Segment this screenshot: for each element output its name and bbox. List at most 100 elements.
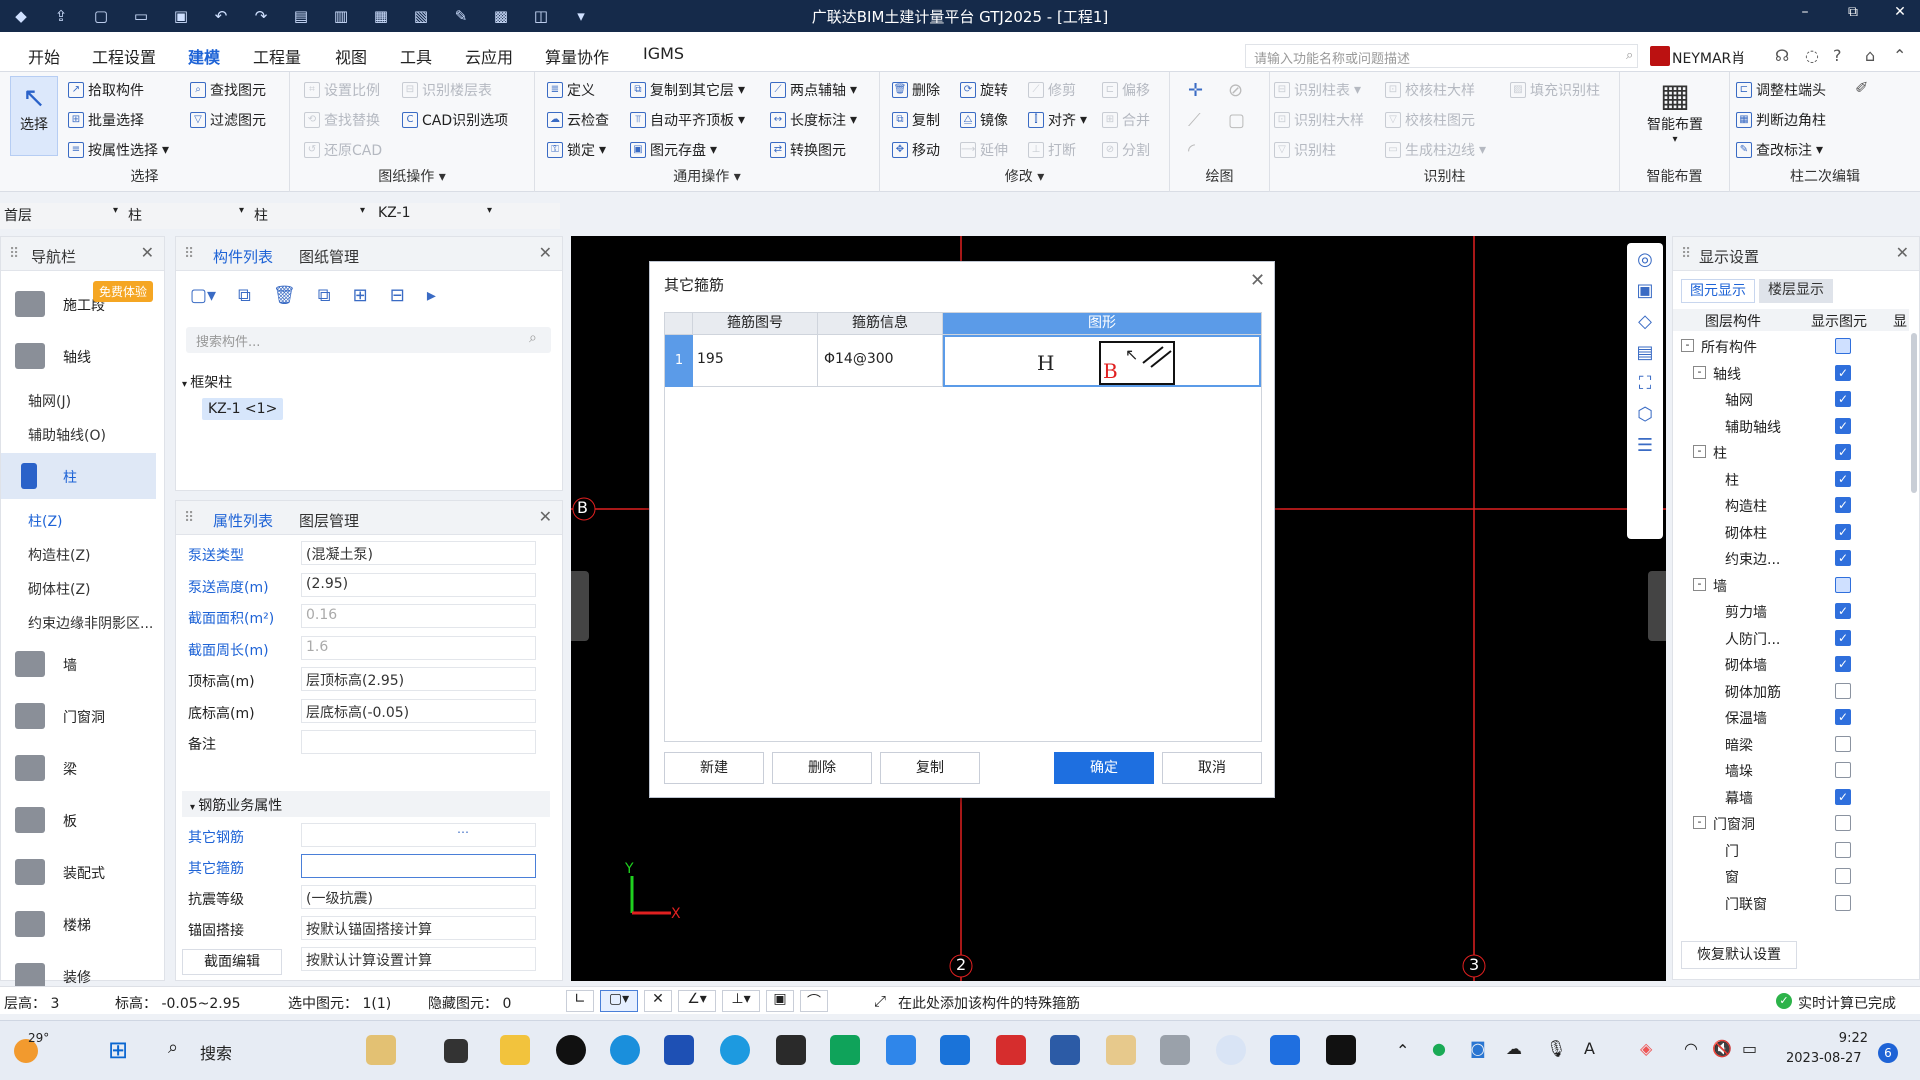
delete-component-icon[interactable]: 🗑 [273,285,296,306]
more-icon[interactable]: ▸ [427,285,436,306]
minimize-button[interactable]: – [1790,4,1820,26]
copy-to-floor-button[interactable]: ⧉ 复制到其它层 ▾ [630,80,745,100]
list-view-icon[interactable]: ☰ [1637,435,1653,456]
calculator-icon[interactable] [1160,1035,1190,1065]
judge-corner-col-button[interactable]: ▦ 判断边角柱 [1736,110,1826,130]
orbit-icon[interactable]: ◎ [1637,249,1653,270]
component-view-icon[interactable]: ⬡ [1637,404,1653,425]
left-collapse-handle[interactable] [571,571,589,641]
angle-snap-icon[interactable]: ∠▾ [678,990,716,1012]
display-tree-row[interactable]: 门 [1673,837,1909,863]
app-green-icon[interactable] [830,1035,860,1065]
menu-modeling[interactable]: 建模 [188,44,221,77]
check-col-detail-button[interactable]: ⊡ 校核柱大样 [1385,80,1475,100]
rotate-button[interactable]: ⟳ 旋转 [960,80,1008,100]
menu-quantities[interactable]: 工程量 [253,44,301,68]
app-shield-icon[interactable] [940,1035,970,1065]
property-close-icon[interactable]: ✕ [539,507,552,526]
menu-view[interactable]: 视图 [335,44,367,68]
nav-item[interactable]: 门窗洞 [1,693,156,739]
rebar-property-value-field[interactable] [301,854,536,878]
property-value-field[interactable]: 1.6 [301,635,536,660]
show-element-checkbox[interactable]: ✓ [1835,550,1851,566]
cell-info[interactable]: Φ14@300 [818,335,943,387]
col-header-shape[interactable]: 图形 [943,313,1261,335]
headset-icon[interactable]: ☊ [1775,46,1789,65]
find-replace-button[interactable]: ⟲ 查找替换 [304,110,380,130]
define-button[interactable]: ≣ 定义 [547,80,595,100]
group-frame-column[interactable]: ▾ 框架柱 [182,372,232,392]
display-tree-row[interactable]: 砌体加筋 [1673,678,1909,704]
identify-col-button[interactable]: ▽ 识别柱 [1274,140,1336,160]
copy-component-icon[interactable]: ⧉ [238,285,251,306]
tab-drawing-management[interactable]: 图纸管理 [299,246,359,267]
extend-button[interactable]: ⟶ 延伸 [960,140,1008,160]
gtj-app-icon[interactable] [1270,1035,1300,1065]
qq-icon[interactable] [556,1035,586,1065]
snap-box-icon[interactable]: ▢▾ [600,990,638,1012]
show-element-checkbox[interactable]: ✓ [1835,629,1851,646]
show-element-checkbox[interactable] [1835,762,1851,778]
show-element-checkbox[interactable]: ✓ [1835,603,1851,619]
tray-app-icon[interactable]: ◙ [1470,1039,1486,1058]
show-element-checkbox[interactable] [1835,338,1851,354]
show-element-checkbox[interactable]: ✓ [1835,656,1851,672]
display-tree-row[interactable]: 砌体墙 ✓ [1673,651,1909,677]
restore-cad-button[interactable]: ↺ 还原CAD [304,140,382,160]
right-collapse-handle[interactable] [1648,571,1666,641]
identify-col-table-button[interactable]: ⊟ 识别柱表 ▾ [1274,80,1361,100]
property-value-field[interactable]: 0.16 [301,604,536,628]
show-element-checkbox[interactable] [1835,841,1851,858]
user-avatar[interactable] [1650,46,1670,66]
split-button[interactable]: ⊘ 分割 [1102,140,1150,160]
rect-draw-icon[interactable]: ▢ [1228,110,1245,131]
component-search-input[interactable]: 搜索构件... [186,327,551,353]
orthogonal-icon[interactable]: ∟ [566,990,594,1012]
auto-align-slab-button[interactable]: ⫪ 自动平齐顶板 ▾ [630,110,745,130]
wechat-icon[interactable]: ● [1432,1039,1446,1058]
display-tree-row[interactable]: - 柱 ✓ [1673,439,1909,465]
generate-col-edge-button[interactable]: ▭ 生成柱边线 ▾ [1385,140,1486,160]
filter-element-button[interactable]: ▽ 过滤图元 [190,110,266,130]
export-icon[interactable]: ⊟ [390,285,405,306]
property-value-field[interactable]: 层底标高(-0.05) [301,698,536,723]
category-select[interactable]: 柱 ▾ [128,205,248,227]
offset-snap-icon[interactable]: ⊥▾ [722,990,760,1012]
nav-item[interactable]: 柱 [1,453,156,499]
wps-icon[interactable] [996,1035,1026,1065]
nav-item[interactable]: 楼梯 [1,901,156,947]
show-element-checkbox[interactable]: ✓ [1835,497,1851,513]
mirror-button[interactable]: ⧋ 镜像 [960,110,1008,130]
type-select[interactable]: 柱 ▾ [254,205,369,227]
display-tree-row[interactable]: -墙 [1673,572,1909,598]
dynamic-input-icon[interactable]: ▣ [766,990,794,1012]
arc-draw-icon[interactable]: ◜ [1188,140,1195,161]
display-tree-row[interactable]: 人防门... ✓ [1673,625,1909,651]
display-tree-row[interactable]: 墙垛 [1673,757,1909,783]
pick-component-button[interactable]: ↗ 拾取构件 [68,80,144,100]
cad-options-button[interactable]: C CAD识别选项 [402,110,508,130]
set-scale-button[interactable]: ⌗ 设置比例 [304,80,380,100]
restore-button[interactable]: ⧉ [1838,4,1868,26]
select-by-attr-button[interactable]: ≡ 按属性选择 ▾ [68,140,169,160]
ime-icon[interactable]: A [1584,1039,1595,1058]
drag-handle-icon[interactable]: ⠿ [184,246,194,262]
display-tree-row[interactable]: 约束边... ✓ [1673,545,1909,571]
file-explorer-icon[interactable] [500,1035,530,1065]
show-element-checkbox[interactable]: ✓ [1835,788,1851,805]
app-flower-icon[interactable] [1216,1035,1246,1065]
length-dimension-button[interactable]: ↔ 长度标注 ▾ [770,110,857,130]
identify-floor-table-button[interactable]: ⊟ 识别楼层表 [402,80,492,100]
display-tree-row[interactable]: 构造柱 ✓ [1673,492,1909,518]
floor-select[interactable]: 首层 ▾ [4,205,122,227]
fill-identify-col-button[interactable]: ▨ 填充识别柱 [1510,80,1600,100]
tree-scrollbar[interactable] [1911,333,1917,493]
taskbar-search-icon[interactable]: ⌕ [168,1037,178,1058]
recorder-icon[interactable] [1326,1035,1356,1065]
volume-mute-icon[interactable]: 🔇 [1712,1039,1732,1058]
rotate-point-icon[interactable]: ⊘ [1228,80,1243,101]
3d-view-icon[interactable]: ▣ [1636,280,1653,301]
show-element-checkbox[interactable] [1835,576,1851,593]
show-element-checkbox[interactable] [1835,868,1851,884]
show-element-checkbox[interactable]: ✓ [1835,391,1851,407]
